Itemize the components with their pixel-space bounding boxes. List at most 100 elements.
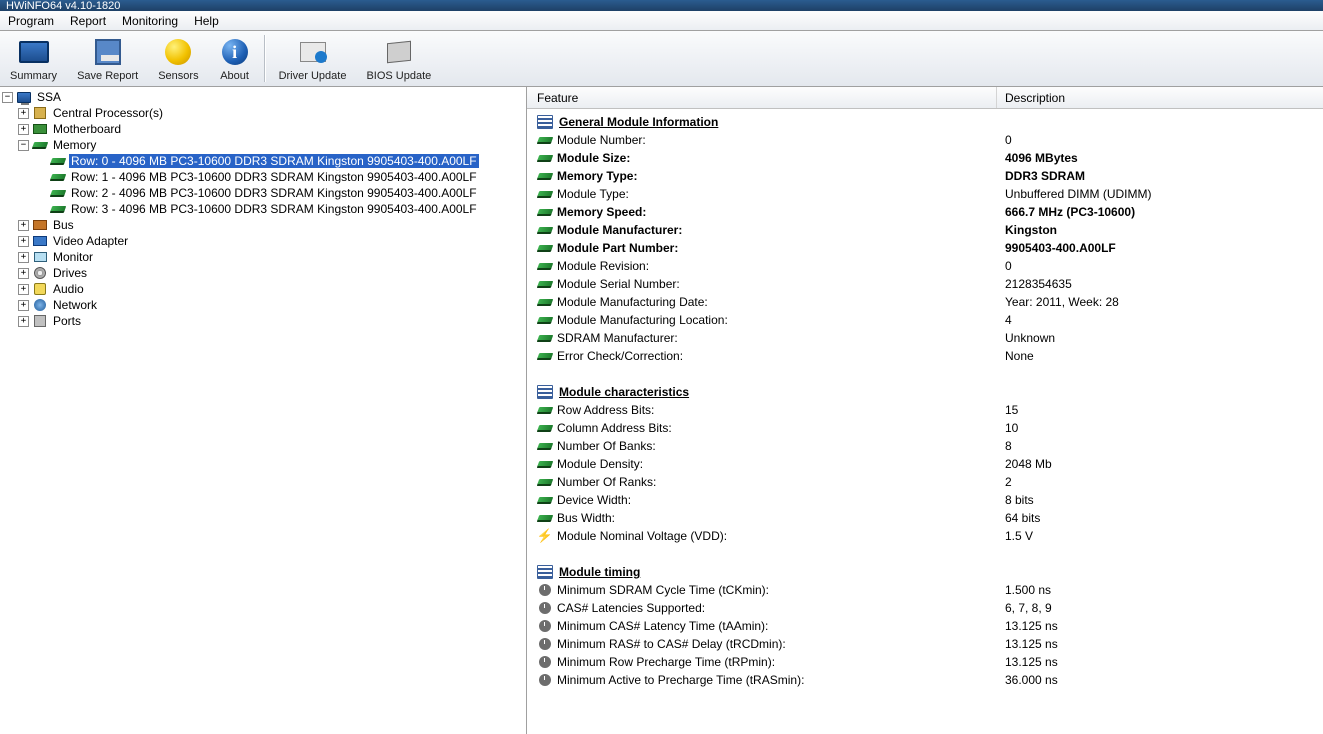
property-name: Module Density:	[557, 457, 1005, 471]
expand-toggle[interactable]: +	[18, 108, 29, 119]
clock-icon	[537, 582, 553, 598]
tree-item-mb[interactable]: Motherboard	[51, 122, 123, 136]
property-row[interactable]: Minimum RAS# to CAS# Delay (tRCDmin):13.…	[527, 635, 1323, 653]
expand-toggle[interactable]: +	[18, 220, 29, 231]
tree-item-network[interactable]: Network	[51, 298, 99, 312]
property-row[interactable]: Number Of Banks:8	[527, 437, 1323, 455]
tree-item-video[interactable]: Video Adapter	[51, 234, 130, 248]
net-icon	[32, 297, 48, 313]
tree-pane[interactable]: − SSA + Central Processor(s) + Motherboard − Me…	[0, 87, 527, 734]
bus-icon	[32, 217, 48, 233]
toolbar-bios-update[interactable]: BIOS Update	[356, 31, 441, 86]
video-icon	[32, 233, 48, 249]
property-name: Row Address Bits:	[557, 403, 1005, 417]
sensors-icon	[162, 36, 194, 68]
property-row[interactable]: Module Revision:0	[527, 257, 1323, 275]
group-header: Module characteristics	[527, 383, 1323, 401]
property-row[interactable]: SDRAM Manufacturer:Unknown	[527, 329, 1323, 347]
property-value: 0	[1005, 259, 1323, 273]
property-row[interactable]: Module Size:4096 MBytes	[527, 149, 1323, 167]
ram-icon	[50, 185, 66, 201]
property-name: SDRAM Manufacturer:	[557, 331, 1005, 345]
property-value: 36.000 ns	[1005, 673, 1323, 687]
menu-report[interactable]: Report	[62, 11, 114, 30]
toolbar-driver-update[interactable]: Driver Update	[269, 31, 357, 86]
property-name: Minimum Active to Precharge Time (tRASmi…	[557, 673, 1005, 687]
ram-icon	[537, 222, 553, 238]
toolbar-save-report[interactable]: Save Report	[67, 31, 148, 86]
property-row[interactable]: Column Address Bits:10	[527, 419, 1323, 437]
property-row[interactable]: Device Width:8 bits	[527, 491, 1323, 509]
property-value: Unknown	[1005, 331, 1323, 345]
tree-item-cpu[interactable]: Central Processor(s)	[51, 106, 165, 120]
tree-item-row3[interactable]: Row: 3 - 4096 MB PC3-10600 DDR3 SDRAM Ki…	[69, 202, 479, 216]
tree-item-audio[interactable]: Audio	[51, 282, 86, 296]
property-name: Minimum CAS# Latency Time (tAAmin):	[557, 619, 1005, 633]
property-row[interactable]: Minimum CAS# Latency Time (tAAmin):13.12…	[527, 617, 1323, 635]
tree-item-ports[interactable]: Ports	[51, 314, 83, 328]
expand-toggle[interactable]: −	[2, 92, 13, 103]
column-feature[interactable]: Feature	[527, 87, 997, 108]
tree-item-memory[interactable]: Memory	[51, 138, 98, 152]
menu-program[interactable]: Program	[0, 11, 62, 30]
property-value: 13.125 ns	[1005, 619, 1323, 633]
property-row[interactable]: Module Part Number:9905403-400.A00LF	[527, 239, 1323, 257]
property-value: 4	[1005, 313, 1323, 327]
toolbar: Summary Save Report Sensors About Driver…	[0, 31, 1323, 87]
ram-icon	[50, 201, 66, 217]
toolbar-about[interactable]: About	[209, 31, 261, 86]
menu-help[interactable]: Help	[186, 11, 227, 30]
property-value: Unbuffered DIMM (UDIMM)	[1005, 187, 1323, 201]
tree-item-row0[interactable]: Row: 0 - 4096 MB PC3-10600 DDR3 SDRAM Ki…	[69, 154, 479, 168]
toolbar-sensors[interactable]: Sensors	[148, 31, 208, 86]
property-row[interactable]: Minimum Row Precharge Time (tRPmin):13.1…	[527, 653, 1323, 671]
property-row[interactable]: Module Type:Unbuffered DIMM (UDIMM)	[527, 185, 1323, 203]
menu-monitoring[interactable]: Monitoring	[114, 11, 186, 30]
property-row[interactable]: Memory Speed:666.7 MHz (PC3-10600)	[527, 203, 1323, 221]
property-name: Module Size:	[557, 151, 1005, 165]
tree-item-monitor[interactable]: Monitor	[51, 250, 95, 264]
clock-icon	[537, 636, 553, 652]
property-row[interactable]: Bus Width:64 bits	[527, 509, 1323, 527]
tree-root-label[interactable]: SSA	[35, 90, 63, 104]
expand-toggle[interactable]: +	[18, 300, 29, 311]
property-row[interactable]: Memory Type:DDR3 SDRAM	[527, 167, 1323, 185]
property-row[interactable]: Module Manufacturer:Kingston	[527, 221, 1323, 239]
property-row[interactable]: CAS# Latencies Supported:6, 7, 8, 9	[527, 599, 1323, 617]
group-header: Module timing	[527, 563, 1323, 581]
property-row[interactable]: Module Serial Number:2128354635	[527, 275, 1323, 293]
expand-toggle[interactable]: +	[18, 284, 29, 295]
property-row[interactable]: Minimum Active to Precharge Time (tRASmi…	[527, 671, 1323, 689]
property-row[interactable]: Minimum SDRAM Cycle Time (tCKmin):1.500 …	[527, 581, 1323, 599]
property-row[interactable]: ⚡Module Nominal Voltage (VDD):1.5 V	[527, 527, 1323, 545]
tree-item-row1[interactable]: Row: 1 - 4096 MB PC3-10600 DDR3 SDRAM Ki…	[69, 170, 479, 184]
detail-body[interactable]: General Module InformationModule Number:…	[527, 109, 1323, 734]
property-row[interactable]: Error Check/Correction:None	[527, 347, 1323, 365]
property-name: Column Address Bits:	[557, 421, 1005, 435]
property-row[interactable]: Module Manufacturing Location:4	[527, 311, 1323, 329]
property-row[interactable]: Module Number:0	[527, 131, 1323, 149]
property-name: Module Serial Number:	[557, 277, 1005, 291]
property-row[interactable]: Module Density:2048 Mb	[527, 455, 1323, 473]
clock-icon	[537, 654, 553, 670]
property-value: DDR3 SDRAM	[1005, 169, 1323, 183]
column-description[interactable]: Description	[997, 87, 1323, 108]
detail-header[interactable]: Feature Description	[527, 87, 1323, 109]
driver-update-icon	[297, 36, 329, 68]
tree-item-drives[interactable]: Drives	[51, 266, 89, 280]
expand-toggle[interactable]: +	[18, 252, 29, 263]
property-row[interactable]: Module Manufacturing Date:Year: 2011, We…	[527, 293, 1323, 311]
property-row[interactable]: Number Of Ranks:2	[527, 473, 1323, 491]
property-value: 0	[1005, 133, 1323, 147]
expand-toggle[interactable]: +	[18, 268, 29, 279]
expand-toggle[interactable]: −	[18, 140, 29, 151]
tree-item-bus[interactable]: Bus	[51, 218, 76, 232]
expand-toggle[interactable]: +	[18, 236, 29, 247]
tree-item-row2[interactable]: Row: 2 - 4096 MB PC3-10600 DDR3 SDRAM Ki…	[69, 186, 479, 200]
ram-icon	[537, 510, 553, 526]
expand-toggle[interactable]: +	[18, 124, 29, 135]
detail-pane: Feature Description General Module Infor…	[527, 87, 1323, 734]
property-row[interactable]: Row Address Bits:15	[527, 401, 1323, 419]
toolbar-summary[interactable]: Summary	[0, 31, 67, 86]
expand-toggle[interactable]: +	[18, 316, 29, 327]
